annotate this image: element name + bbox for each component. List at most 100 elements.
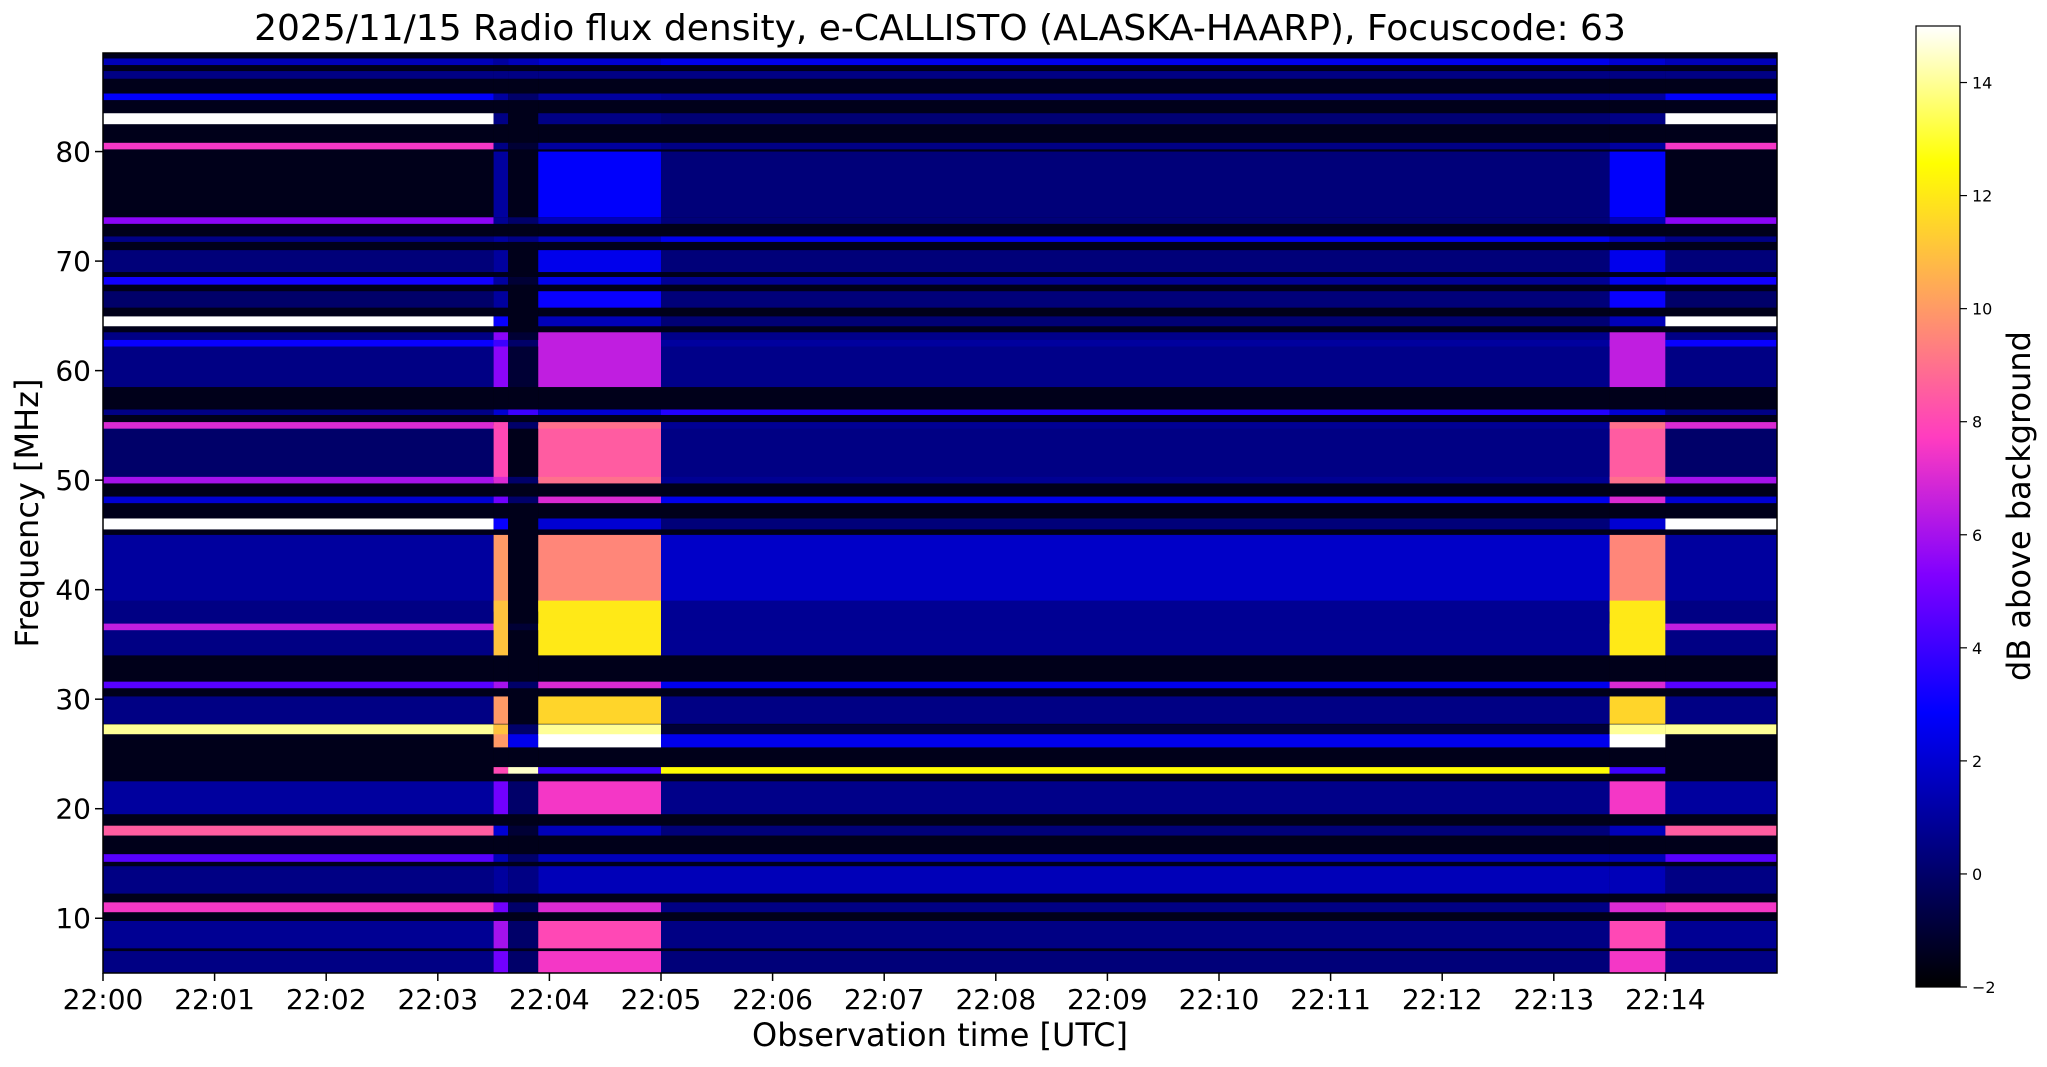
heatmap-cell: [1665, 250, 1777, 273]
heatmap-cell: [1609, 951, 1666, 973]
heatmap-cell: [493, 534, 509, 612]
heatmap-cell: [1665, 724, 1777, 736]
chart-title: 2025/11/15 Radio flux density, e-CALLIST…: [254, 8, 1626, 49]
colorbar-ticks: −2 0 2 4 6 8 10 12 14: [1960, 74, 1996, 997]
colorbar-label: dB above background: [2000, 331, 2038, 681]
heatmap-cell: [538, 236, 661, 242]
heatmap-cell: [661, 534, 1610, 612]
heatmap-cell: [103, 781, 494, 815]
x-tick-label: 22:14: [1625, 983, 1706, 1016]
heatmap-cell: [1665, 496, 1777, 504]
heatmap-cell: [1665, 534, 1777, 612]
heatmap-cell: [103, 825, 494, 836]
heatmap-cell: [508, 71, 539, 79]
heatmap-cell: [103, 767, 494, 774]
heatmap-cell: [538, 142, 661, 150]
heatmap-cell: [103, 920, 494, 949]
heatmap-cell: [103, 58, 494, 66]
y-axis-label: Frequency [MHz]: [8, 379, 46, 648]
heatmap-cell: [508, 142, 539, 150]
heatmap-cell: [1665, 781, 1777, 815]
y-tick-label: 30: [55, 683, 91, 716]
heatmap-cell: [538, 113, 661, 125]
heatmap-cell: [538, 623, 661, 631]
heatmap-cell: [103, 696, 494, 724]
y-tick-label: 10: [55, 902, 91, 935]
y-tick-label: 20: [55, 793, 91, 826]
heatmap-cell: [103, 425, 494, 481]
heatmap-cell: [493, 250, 509, 273]
heatmap-cell: [538, 476, 661, 484]
heatmap-cell: [538, 951, 661, 973]
heatmap-cell: [1609, 920, 1666, 949]
heatmap-cell: [1609, 866, 1666, 894]
heatmap-cell: [493, 236, 509, 242]
heatmap-cell: [538, 681, 661, 689]
heatmap-cell: [493, 781, 509, 815]
x-tick-label: 22:11: [1290, 983, 1371, 1016]
heatmap-cell: [1665, 696, 1777, 724]
heatmap-cell: [1609, 496, 1666, 504]
heatmap-cell: [103, 518, 494, 530]
heatmap-cell: [661, 781, 1610, 815]
heatmap-cell: [538, 276, 661, 285]
heatmap-cell: [508, 250, 539, 273]
heatmap-cell: [538, 217, 661, 224]
heatmap-cell: [508, 93, 539, 101]
heatmap-cell: [1609, 534, 1666, 612]
heatmap-cell: [538, 534, 661, 612]
heatmap-cell: [538, 696, 661, 724]
heatmap-cell: [1609, 476, 1666, 484]
spectrogram-figure: 2025/11/15 Radio flux density, e-CALLIST…: [8, 8, 2038, 1054]
heatmap-cell: [538, 724, 661, 736]
heatmap-cell: [1609, 236, 1666, 242]
heatmap-cell: [661, 767, 1610, 774]
heatmap-cell: [493, 425, 509, 481]
y-tick-label: 60: [55, 355, 91, 388]
heatmap-cell: [1609, 250, 1666, 273]
heatmap-cell: [1665, 681, 1777, 689]
heatmap-cell: [1609, 767, 1666, 774]
heatmap-cell: [538, 422, 661, 429]
heatmap-cell: [538, 854, 661, 862]
heatmap-cell: [1665, 217, 1777, 224]
heatmap-cell: [508, 422, 539, 429]
heatmap-cell: [1609, 696, 1666, 724]
x-tick-label: 22:10: [1179, 983, 1260, 1016]
heatmap-cell: [508, 518, 539, 530]
heatmap-cell: [661, 291, 1610, 308]
heatmap-cell: [1665, 409, 1777, 415]
heatmap-cell: [103, 291, 494, 308]
heatmap-cell: [1609, 113, 1666, 125]
heatmap-cell: [508, 781, 539, 815]
heatmap-cell: [103, 734, 494, 748]
heatmap-cell: [538, 58, 661, 66]
heatmap-cell: [508, 902, 539, 913]
heatmap-cell: [508, 951, 539, 973]
heatmap-cell: [493, 866, 509, 894]
heatmap-cell: [508, 409, 539, 415]
heatmap-cell: [1609, 58, 1666, 66]
heatmap-cell: [508, 866, 539, 894]
heatmap-cell: [1609, 781, 1666, 815]
heatmap-cell: [1609, 71, 1666, 79]
heatmap-cell: [661, 866, 1610, 894]
heatmap-cell: [538, 316, 661, 327]
colorbar: −2 0 2 4 6 8 10 12 14 dB above background: [1915, 25, 2038, 997]
heatmap-cell: [1665, 58, 1777, 66]
heatmap-cell: [1665, 236, 1777, 242]
x-tick-label: 22:05: [621, 983, 702, 1016]
heatmap-cell: [493, 724, 509, 736]
heatmap-cell: [508, 854, 539, 862]
heatmap-cell: [493, 518, 509, 530]
heatmap-cell: [1665, 518, 1777, 530]
heatmap-cell: [538, 93, 661, 101]
heatmap-cell: [493, 422, 509, 429]
heatmap-cell: [1665, 151, 1777, 218]
colorbar-tick-label: 12: [1972, 187, 1992, 206]
heatmap-cell: [103, 409, 494, 415]
heatmap-cell: [493, 825, 509, 836]
colorbar-gradient: [1916, 26, 1960, 987]
heatmap-cell: [661, 339, 1610, 347]
heatmap-cell: [661, 113, 1610, 125]
